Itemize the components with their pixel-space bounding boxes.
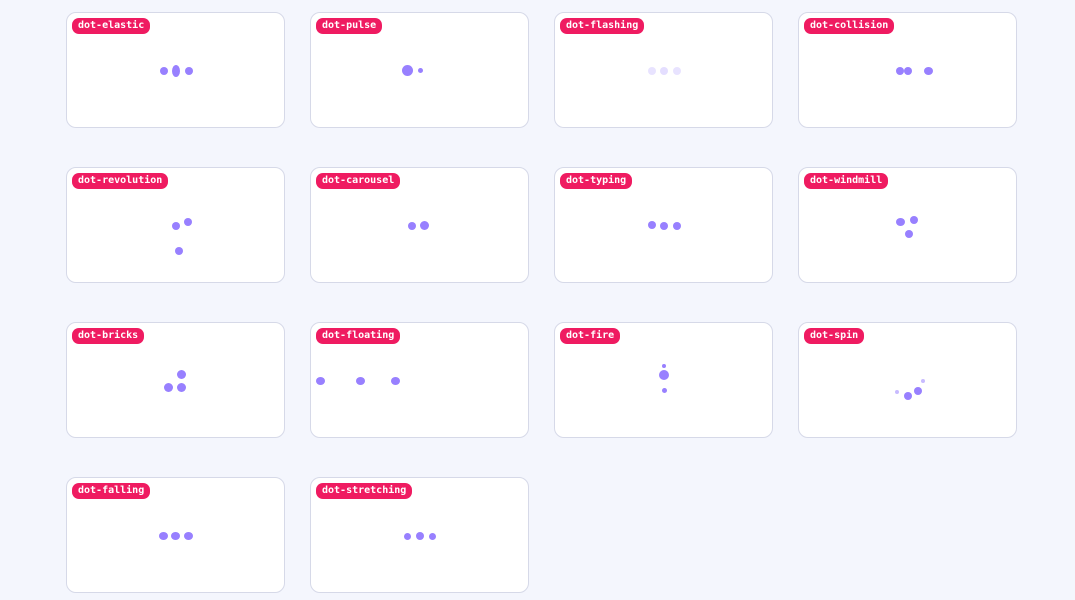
loader-dot — [404, 533, 411, 540]
loader-dot — [420, 221, 429, 230]
loader-dot — [659, 370, 669, 380]
loader-gallery: dot-elastic dot-pulse dot-flashing dot-c… — [66, 12, 1017, 593]
dot-collision-loader — [799, 13, 1018, 129]
dot-revolution-loader — [67, 168, 286, 284]
card-dot-bricks[interactable]: dot-bricks — [66, 322, 285, 438]
dot-spin-loader — [799, 323, 1018, 439]
card-dot-floating[interactable]: dot-floating — [310, 322, 529, 438]
card-dot-revolution[interactable]: dot-revolution — [66, 167, 285, 283]
loader-dot — [356, 377, 365, 385]
card-dot-elastic[interactable]: dot-elastic — [66, 12, 285, 128]
loader-dot — [172, 65, 180, 77]
loader-dot — [316, 377, 325, 385]
loader-dot — [185, 67, 193, 75]
dot-stretching-loader — [311, 478, 530, 594]
card-dot-spin[interactable]: dot-spin — [798, 322, 1017, 438]
loader-dot — [648, 67, 656, 75]
loader-dot — [921, 379, 925, 383]
loader-dot — [910, 216, 918, 224]
loader-dot — [673, 67, 681, 75]
loader-dot — [416, 532, 424, 540]
loader-dot — [905, 230, 913, 238]
loader-dot — [896, 67, 904, 75]
card-dot-carousel[interactable]: dot-carousel — [310, 167, 529, 283]
loader-dot — [177, 383, 186, 392]
loader-dot — [164, 383, 173, 392]
card-dot-windmill[interactable]: dot-windmill — [798, 167, 1017, 283]
loader-dot — [904, 67, 912, 75]
dot-falling-loader — [67, 478, 286, 594]
card-dot-flashing[interactable]: dot-flashing — [554, 12, 773, 128]
loader-dot — [172, 222, 180, 230]
loader-dot — [648, 221, 656, 229]
loader-dot — [171, 532, 180, 540]
loader-dot — [184, 532, 193, 540]
loader-dot — [896, 218, 905, 226]
dot-typing-loader — [555, 168, 774, 284]
card-dot-collision[interactable]: dot-collision — [798, 12, 1017, 128]
loader-dot — [914, 387, 922, 395]
dot-flashing-loader — [555, 13, 774, 129]
loader-dot — [904, 392, 912, 400]
loader-dot — [662, 388, 667, 393]
dot-fire-loader — [555, 323, 774, 439]
loader-dot — [660, 222, 668, 230]
loader-dot — [895, 390, 899, 394]
loader-dot — [924, 67, 933, 75]
loader-dot — [159, 532, 168, 540]
dot-floating-loader — [311, 323, 530, 439]
loader-dot — [408, 222, 416, 230]
loader-dot — [177, 370, 186, 379]
loader-dot — [160, 67, 168, 75]
loader-dot — [402, 65, 413, 76]
card-dot-falling[interactable]: dot-falling — [66, 477, 285, 593]
card-dot-fire[interactable]: dot-fire — [554, 322, 773, 438]
card-dot-stretching[interactable]: dot-stretching — [310, 477, 529, 593]
loader-dot — [175, 247, 183, 255]
loader-dot — [429, 533, 436, 540]
loader-dot — [660, 67, 668, 75]
card-dot-pulse[interactable]: dot-pulse — [310, 12, 529, 128]
dot-pulse-loader — [311, 13, 530, 129]
dot-windmill-loader — [799, 168, 1018, 284]
loader-dot — [184, 218, 192, 226]
loader-dot — [673, 222, 681, 230]
dot-bricks-loader — [67, 323, 286, 439]
dot-carousel-loader — [311, 168, 530, 284]
loader-dot — [391, 377, 400, 385]
card-dot-typing[interactable]: dot-typing — [554, 167, 773, 283]
loader-dot — [418, 68, 423, 73]
dot-elastic-loader — [67, 13, 286, 129]
loader-dot — [662, 364, 666, 368]
